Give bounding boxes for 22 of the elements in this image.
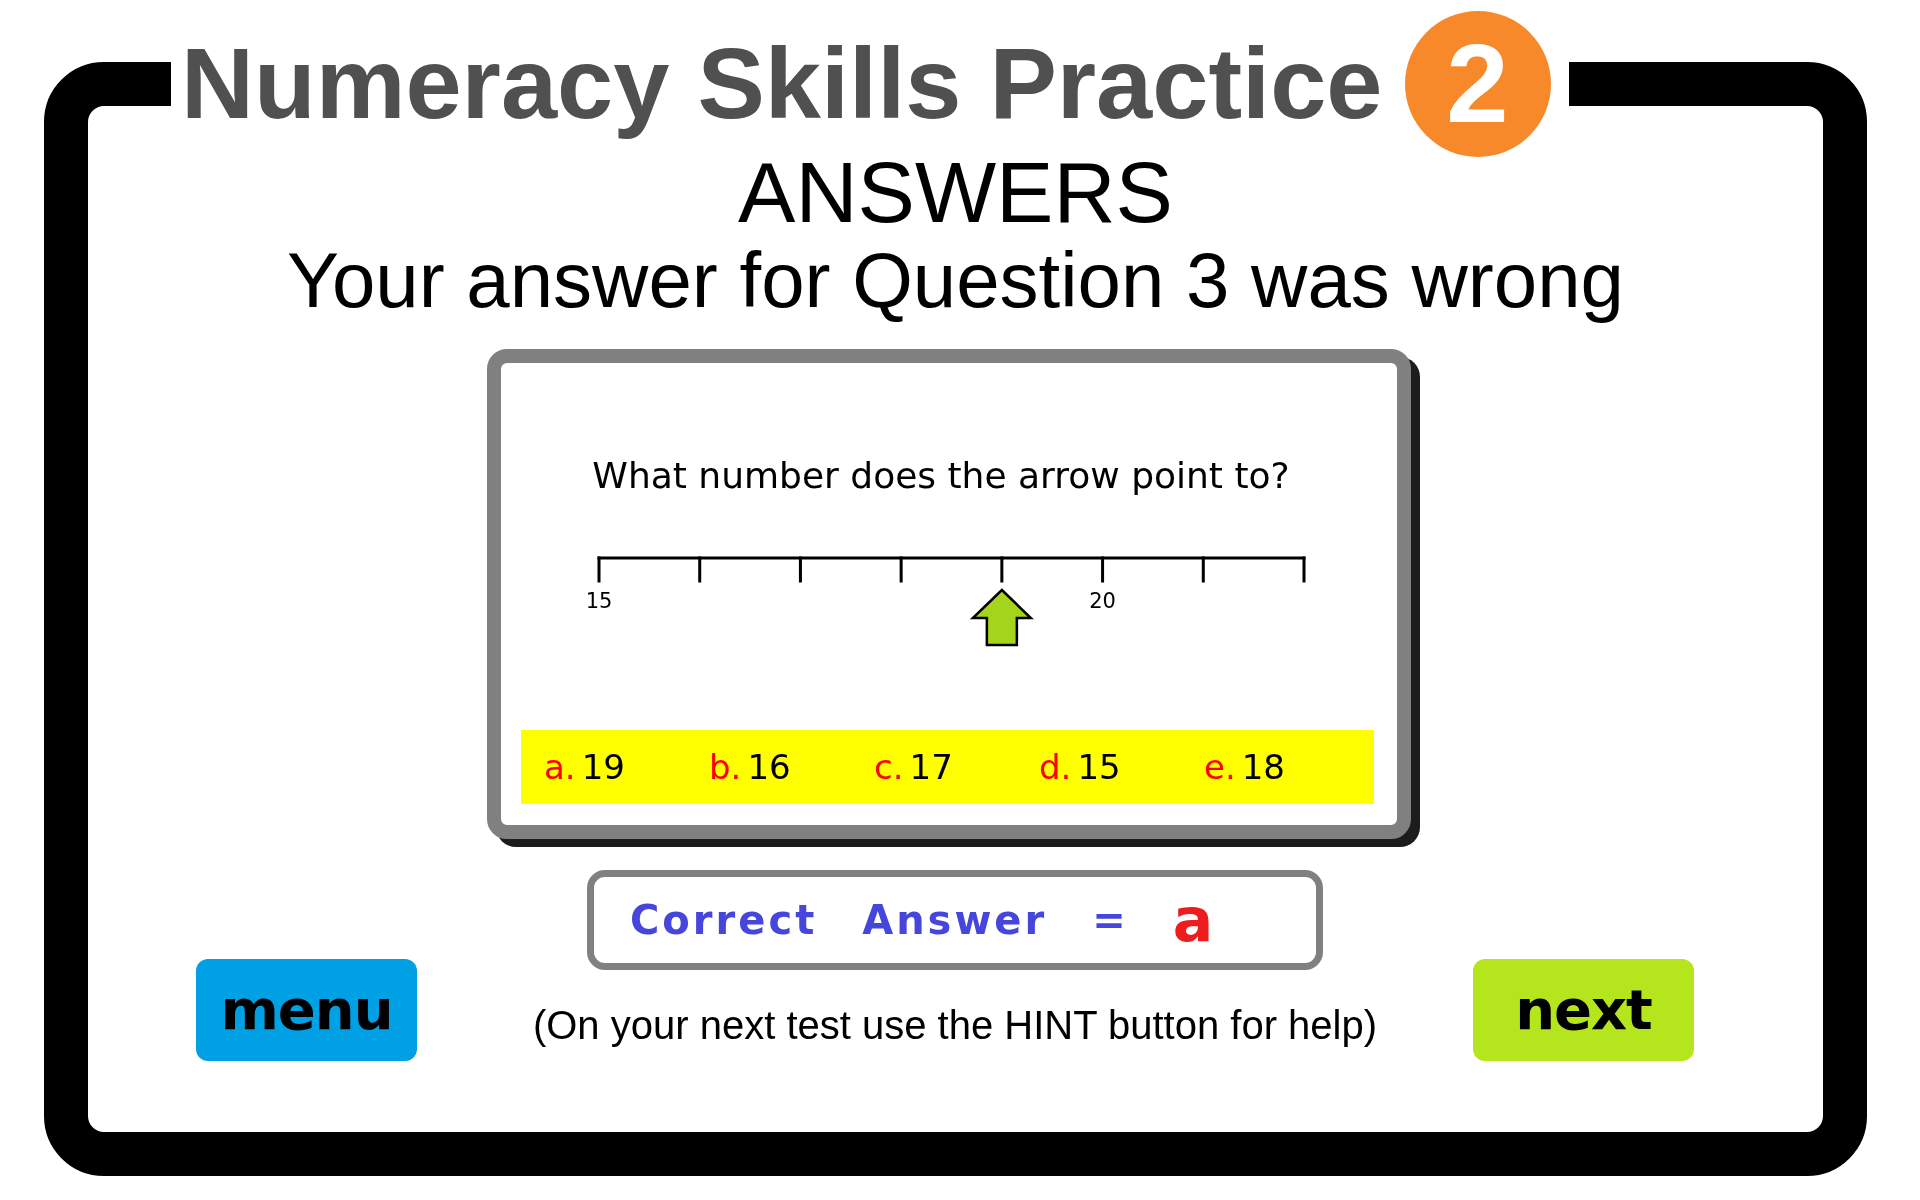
tick-label: 15: [585, 589, 613, 614]
tick-label: 20: [1089, 589, 1116, 614]
option-letter: c.: [874, 750, 904, 785]
page-heading: ANSWERS: [738, 149, 1173, 235]
correct-answer-value: a: [1172, 890, 1214, 950]
option-value: 19: [581, 750, 625, 785]
menu-button[interactable]: menu: [196, 959, 417, 1061]
option-value: 17: [909, 750, 953, 785]
option-value: 18: [1241, 750, 1285, 785]
option-letter: a.: [544, 750, 576, 785]
option-letter: b.: [709, 750, 742, 785]
correct-answer-label: Correct Answer =: [630, 900, 1129, 940]
option-letter: e.: [1204, 750, 1236, 785]
option-value: 16: [747, 750, 791, 785]
app-title: Numeracy Skills Practice: [181, 26, 1383, 141]
tick-mark: [1000, 556, 1004, 583]
next-button[interactable]: next: [1473, 959, 1694, 1061]
option-value: 15: [1077, 750, 1121, 785]
number-badge: 2: [1404, 10, 1551, 157]
hint-text: (On your next test use the HINT button for help): [532, 1002, 1378, 1049]
question-text: What number does the arrow point to?: [592, 454, 1290, 498]
option-letter: d.: [1039, 750, 1072, 785]
